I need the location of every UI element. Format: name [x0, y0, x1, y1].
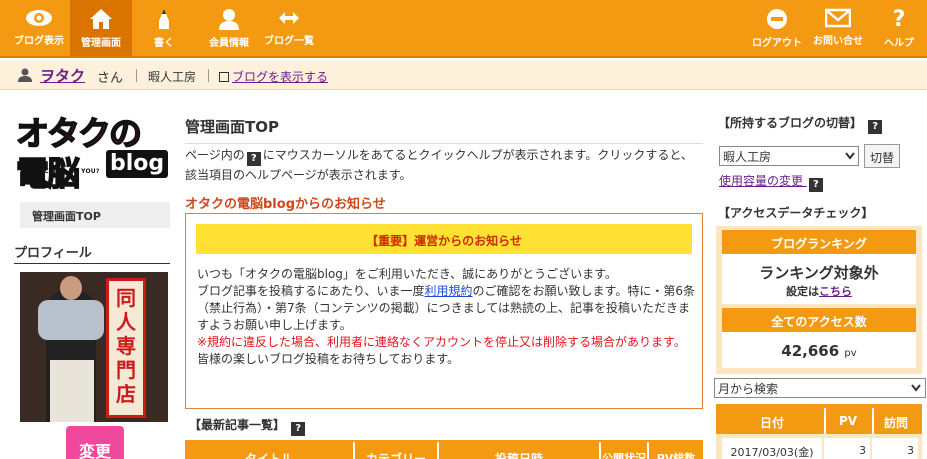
nav-help[interactable]: ? ヘルプ [872, 0, 926, 56]
notice-body: いつも「オタクの電脳blog」をご利用いただき、誠にありがとうございます。 ブロ… [197, 266, 697, 368]
blog-select[interactable]: 暇人工房 [719, 146, 859, 166]
column-header: PV [824, 408, 870, 434]
nav-write[interactable]: 書く [136, 0, 192, 56]
chevron-down-icon [911, 384, 921, 392]
column-header[interactable]: カテゴリー [355, 442, 439, 459]
ranking-setting-link[interactable]: こちら [819, 285, 852, 298]
top-nav: ブログ表示 管理画面 書く 会員情報 ブログ一覧 ログアウト お問い合せ ? ヘ… [0, 0, 927, 58]
stats-table-header: 日付 PV 訪問 [716, 404, 922, 434]
help-question-icon[interactable]: ? [808, 178, 823, 192]
swap-arrows-icon [279, 12, 299, 24]
notice-heading: オタクの電脳blogからのお知らせ [185, 197, 386, 212]
photo-sign-text: 同人専門店 [116, 286, 136, 406]
ranking-heading: ブログランキング [722, 230, 916, 254]
divider [208, 69, 209, 82]
usage-change-link[interactable]: 使用容量の変更 ? [719, 172, 825, 192]
column-header: 訪問 [872, 408, 918, 434]
stats-visits: 3 [872, 438, 918, 459]
external-link-icon [219, 72, 229, 82]
nav-admin[interactable]: 管理画面 [70, 0, 132, 56]
workshop-name: 暇人工房 [148, 70, 197, 84]
nav-member[interactable]: 会員情報 [198, 0, 260, 56]
column-header[interactable]: 投稿日時 [439, 442, 601, 459]
notice-box: 【重要】運営からのお知らせ いつも「オタクの電脳blog」をご利用いただき、誠に… [185, 213, 703, 409]
quick-help-text: ページ内の? にマウスカーソルをあてるとクイックヘルプが表示されます。クリックする… [185, 148, 693, 182]
stats-date: 2017/03/03(金) [722, 438, 822, 459]
access-heading: 【アクセスデータチェック】 [718, 206, 874, 220]
user-name-link[interactable]: ヲタク [40, 65, 85, 86]
terms-link[interactable]: 利用規約 [425, 284, 473, 298]
column-header[interactable]: 公開状況 [601, 442, 649, 459]
logout-icon [767, 9, 787, 29]
logo-sub-text: COLLECTION DO YOU? [22, 168, 100, 175]
mail-icon [825, 8, 851, 28]
stats-pv: 3 [824, 438, 870, 459]
site-logo[interactable]: オタクの電脳 blog COLLECTION DO YOU? [15, 113, 170, 194]
column-header[interactable]: タイトル [185, 442, 355, 459]
photo-head [60, 276, 82, 300]
photo-pants [50, 360, 94, 422]
access-box: ブログランキング ランキング対象外 設定はこちら 全てのアクセス数 42,666… [716, 226, 922, 374]
recent-posts-heading: 【最新記事一覧】 ? [189, 416, 307, 436]
divider [136, 69, 137, 82]
notice-warning: ※規約に違反した場合、利用者に連絡なくアカウントを停止又は削除する場合があります… [197, 335, 686, 349]
question-icon: ? [893, 8, 906, 30]
profile-heading: プロフィール [14, 242, 170, 264]
recent-posts-table-header: タイトル カテゴリー 投稿日時 公開状況 PV総数 [185, 440, 703, 459]
eye-icon [26, 10, 52, 26]
user-icon [18, 68, 32, 82]
user-honorific: さん [97, 71, 124, 86]
notice-banner: 【重要】運営からのお知らせ [196, 224, 692, 254]
switch-blog-button[interactable]: 切替 [864, 144, 900, 168]
change-profile-button[interactable]: 変更 [66, 426, 124, 459]
nav-blog-view[interactable]: ブログ表示 [8, 0, 70, 56]
home-icon [90, 9, 112, 29]
table-row: 2017/03/03(金) 3 3 [716, 434, 922, 459]
nav-contact[interactable]: お問い合せ [808, 0, 868, 56]
help-question-icon[interactable]: ? [291, 422, 306, 436]
blog-switch-heading: 【所持するブログの切替】 ? [718, 114, 884, 134]
all-access-value: 42,666 pv [722, 332, 916, 368]
pencil-icon [159, 9, 169, 29]
help-question-icon[interactable]: ? [868, 120, 883, 134]
nav-logout[interactable]: ログアウト [748, 0, 806, 56]
column-header: 日付 [759, 416, 784, 430]
ranking-panel: ランキング対象外 設定はこちら [722, 254, 916, 304]
profile-photo: 同人専門店 [20, 272, 168, 422]
help-question-icon[interactable]: ? [246, 152, 261, 166]
page-title: 管理画面TOP [185, 116, 703, 144]
chevron-down-icon [845, 152, 855, 160]
user-bar: ヲタク さん 暇人工房 ブログを表示する [0, 60, 927, 90]
person-icon [219, 9, 239, 30]
all-access-heading: 全てのアクセス数 [722, 308, 916, 332]
month-search-select[interactable]: 月から検索 [714, 378, 926, 398]
photo-jacket [38, 300, 104, 340]
menu-item-admin-top[interactable]: 管理画面TOP [20, 202, 170, 228]
nav-blog-list[interactable]: ブログ一覧 [260, 0, 318, 56]
svg-text:?: ? [893, 8, 906, 30]
column-header[interactable]: PV総数 [649, 442, 703, 459]
logo-blog-text: blog [106, 150, 169, 178]
view-blog-link[interactable]: ブログを表示する [219, 68, 328, 85]
ranking-value: ランキング対象外 [759, 264, 879, 282]
